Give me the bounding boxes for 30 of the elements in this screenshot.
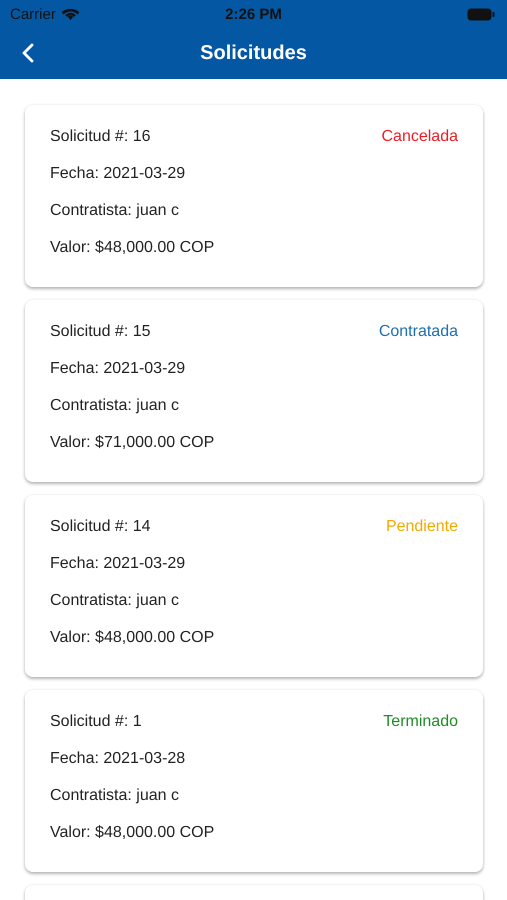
status-label: Contratada — [378, 322, 458, 342]
clock-time: 2:26 PM — [225, 6, 282, 22]
request-value: Valor: $48,000.00 COP — [50, 628, 216, 648]
status-label: Pendiente — [386, 517, 458, 537]
screen-title: Solicitudes — [200, 42, 307, 65]
contractor-name: Contratista: juan c — [50, 591, 180, 611]
request-date: Fecha: 2021-03-29 — [50, 359, 186, 379]
contractor-name: Contratista: juan c — [50, 786, 180, 806]
request-date: Fecha: 2021-03-29 — [50, 554, 186, 574]
request-value: Valor: $48,000.00 COP — [50, 238, 216, 258]
request-value: Valor: $48,000.00 COP — [50, 823, 216, 843]
battery-icon — [467, 8, 495, 20]
request-number: Solicitud #: 14 — [50, 517, 151, 537]
status-label: Terminado — [383, 712, 458, 732]
contractor-name: Contratista: juan c — [50, 396, 180, 416]
request-card[interactable]: Solicitud #: 16 Cancelada Fecha: 2021-03-29 Contratista: juan c Valor: $48,000.00 COP — [25, 105, 483, 287]
status-label: Cancelada — [382, 127, 458, 147]
wifi-icon — [60, 7, 80, 21]
contractor-name: Contratista: juan c — [50, 201, 180, 221]
request-value: Valor: $71,000.00 COP — [50, 433, 216, 453]
request-number: Solicitud #: 1 — [50, 712, 142, 732]
request-date: Fecha: 2021-03-29 — [50, 164, 186, 184]
request-card[interactable]: Solicitud #: 14 Pendiente Fecha: 2021-03-29 Contratista: juan c Valor: $48,000.00 COP — [25, 495, 483, 677]
request-number: Solicitud #: 15 — [50, 322, 151, 342]
request-card[interactable]: Solicitud #: 15 Contratada Fecha: 2021-03-29 Contratista: juan c Valor: $71,000.00 COP — [25, 300, 483, 482]
carrier-label: Carrier — [10, 6, 56, 22]
back-icon[interactable] — [22, 43, 34, 63]
request-date: Fecha: 2021-03-28 — [50, 749, 186, 769]
request-number: Solicitud #: 16 — [50, 127, 151, 147]
request-card[interactable]: Solicitud #: 1 Terminado Fecha: 2021-03-28 Contratista: juan c Valor: $48,000.00 COP — [25, 690, 483, 872]
